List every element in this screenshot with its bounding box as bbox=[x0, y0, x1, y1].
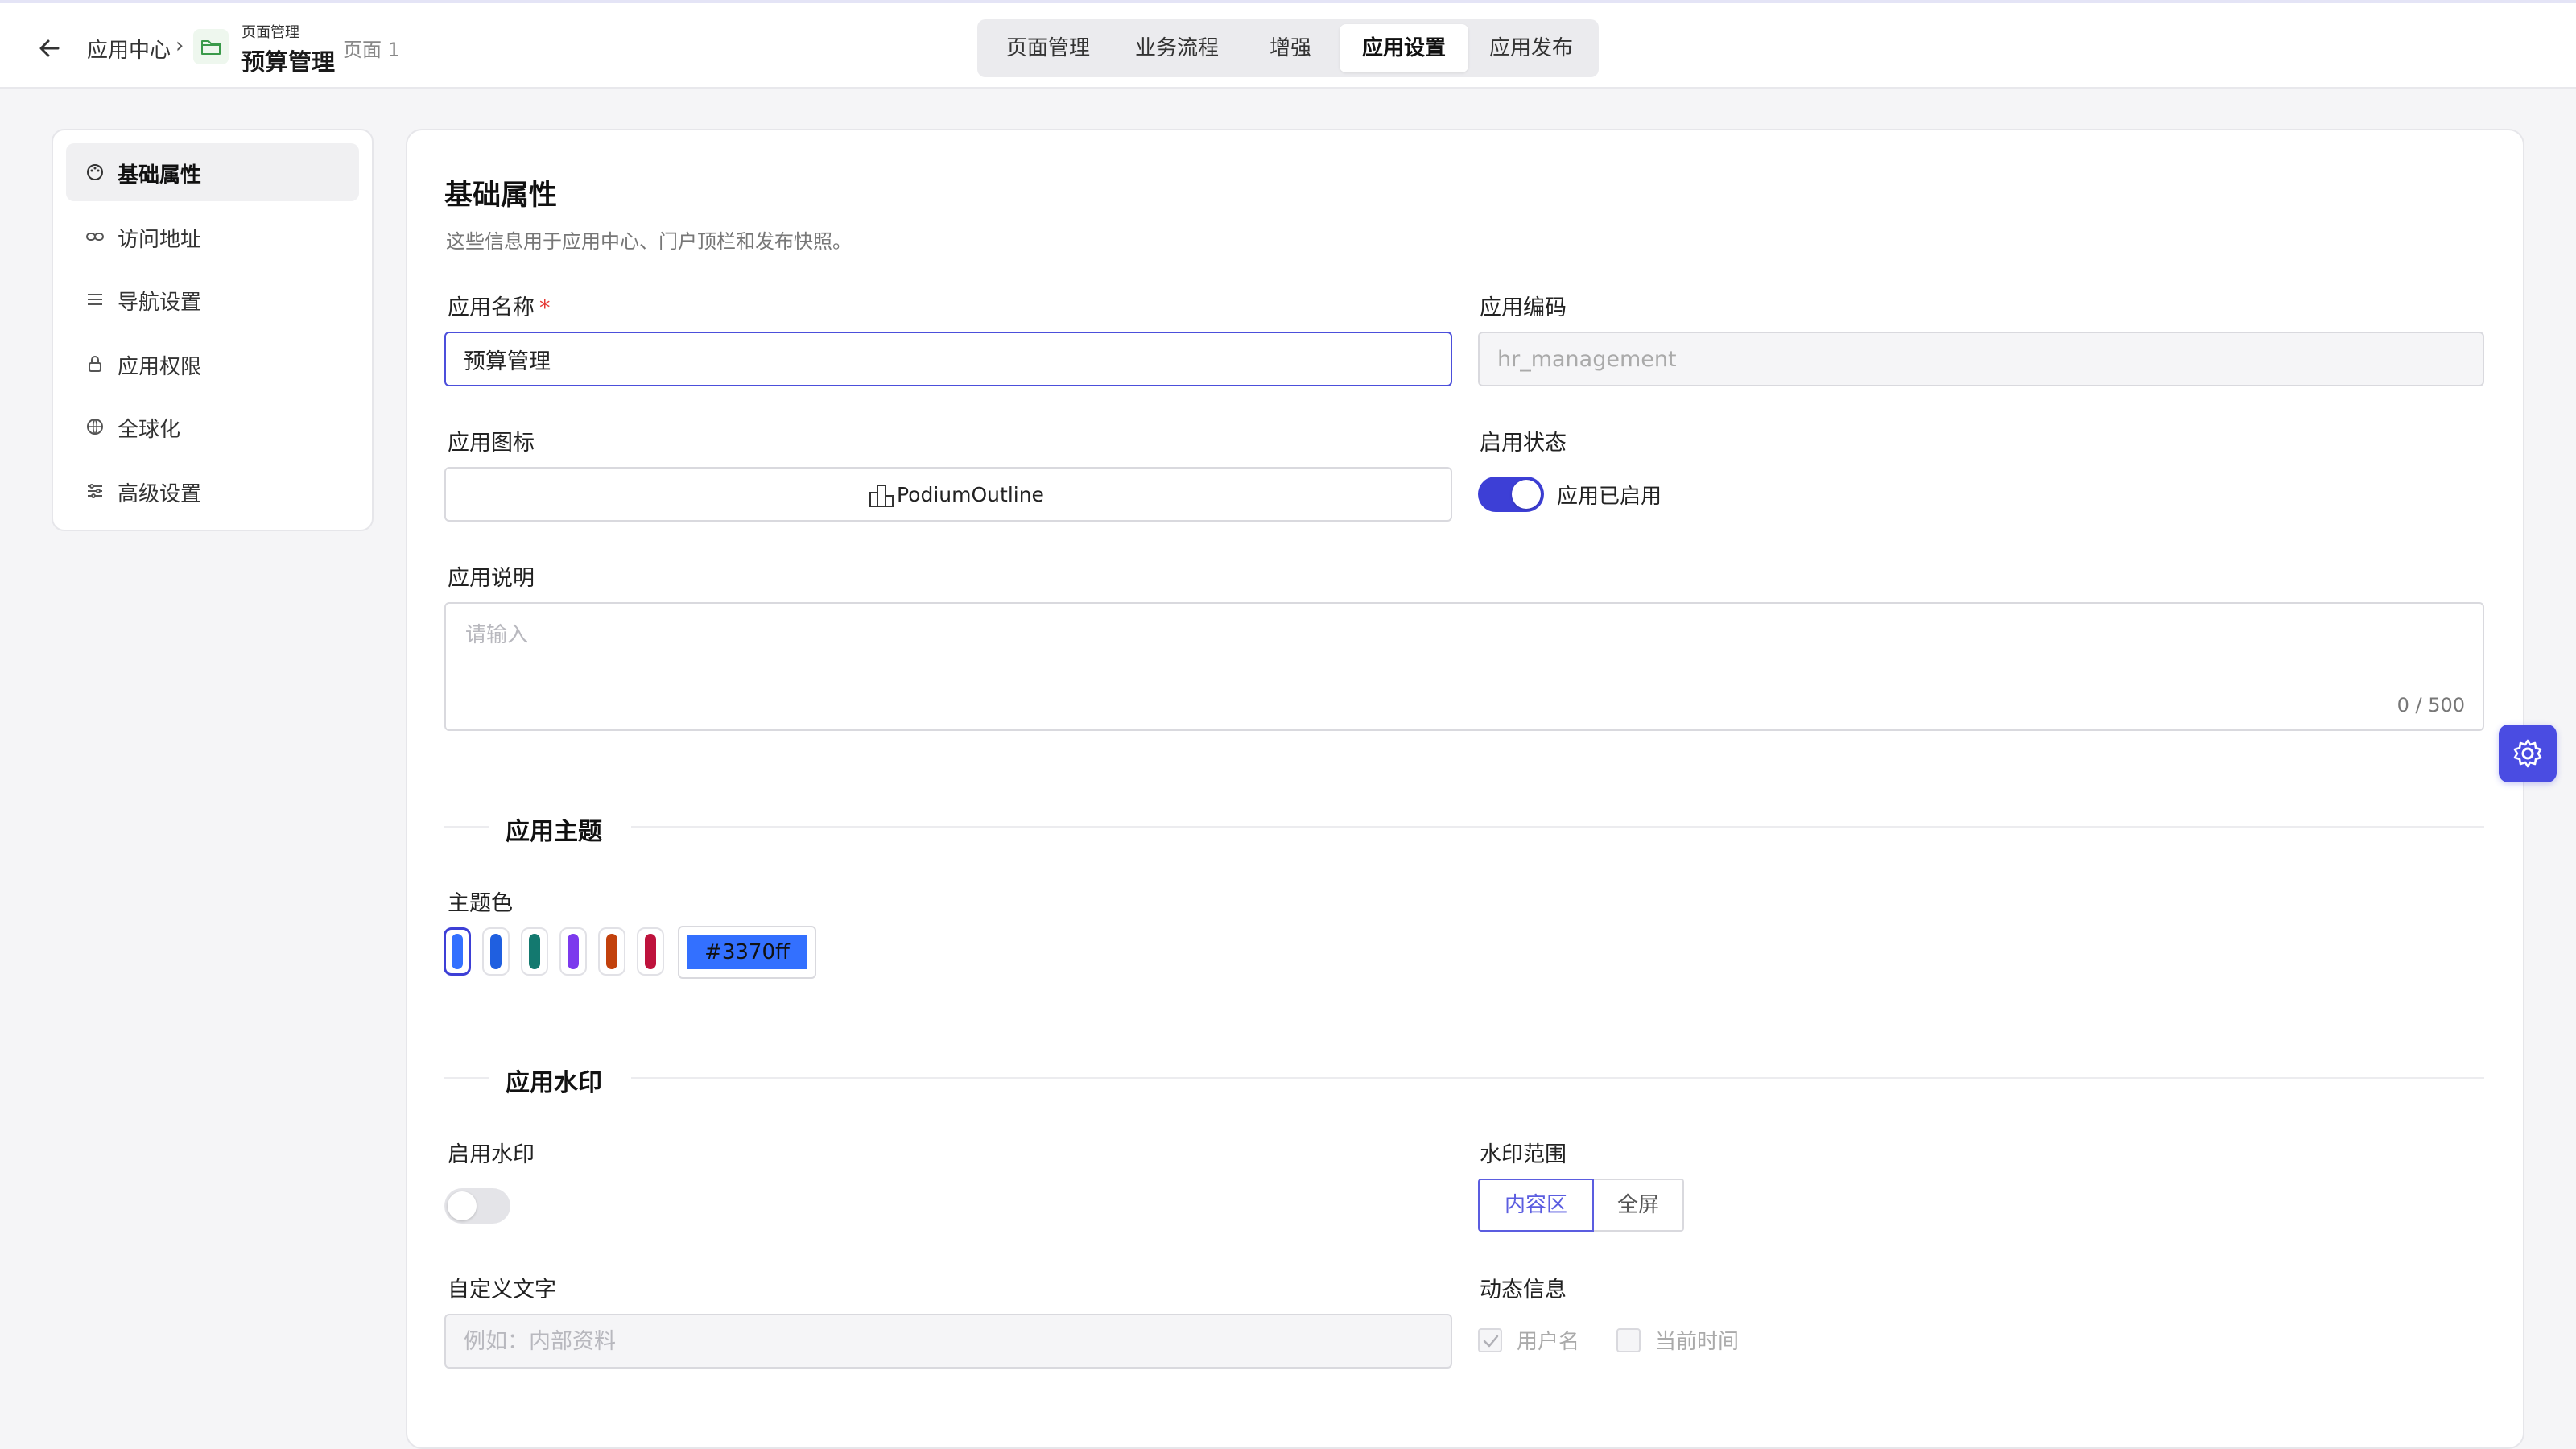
settings-sidebar: 基础属性 访问地址 导航设置 应用权限 全球化 高级设置 bbox=[52, 129, 374, 531]
color-swatch[interactable] bbox=[645, 934, 656, 969]
sliders-icon bbox=[88, 484, 102, 498]
folder-badge bbox=[193, 29, 229, 64]
breadcrumb-parent[interactable]: 页面管理 bbox=[242, 21, 299, 42]
section-divider bbox=[631, 826, 2484, 828]
section-title-theme: 应用主题 bbox=[506, 818, 602, 846]
scope-option-fullscreen[interactable]: 全屏 bbox=[1594, 1179, 1684, 1232]
char-counter: 0 / 500 bbox=[2396, 694, 2465, 716]
custom-text-label: 自定义文字 bbox=[448, 1278, 556, 1302]
current-time-checkbox-label: 当前时间 bbox=[1655, 1330, 1740, 1354]
tab-enhance[interactable]: 增强 bbox=[1241, 24, 1340, 72]
app-code-input[interactable] bbox=[1478, 332, 2484, 386]
sidebar-item-globalization[interactable]: 全球化 bbox=[66, 398, 359, 456]
color-swatch[interactable] bbox=[490, 934, 502, 969]
sidebar-item-label: 应用权限 bbox=[118, 355, 202, 379]
section-title-basic: 基础属性 bbox=[444, 180, 558, 212]
arrow-left-icon[interactable] bbox=[34, 32, 66, 64]
app-icon-picker[interactable]: PodiumOutline bbox=[444, 467, 1452, 522]
folder-icon bbox=[201, 40, 221, 55]
top-bar: 应用中心 › 页面管理 预算管理 页面 1 页面管理 业务流程 增强 应用设置 … bbox=[0, 3, 2576, 89]
custom-text-input[interactable] bbox=[444, 1314, 1452, 1368]
dynamic-info-label: 动态信息 bbox=[1480, 1278, 1567, 1302]
toggle-knob bbox=[448, 1191, 477, 1220]
required-mark: * bbox=[539, 295, 551, 320]
section-title-watermark: 应用水印 bbox=[506, 1069, 602, 1097]
tab-business-process[interactable]: 业务流程 bbox=[1113, 24, 1241, 72]
app-name-input[interactable] bbox=[444, 332, 1452, 386]
sidebar-item-label: 访问地址 bbox=[118, 228, 202, 252]
watermark-toggle[interactable] bbox=[444, 1188, 510, 1224]
breadcrumb-separator: › bbox=[175, 34, 184, 58]
username-checkbox[interactable] bbox=[1478, 1328, 1502, 1352]
menu-icon bbox=[88, 294, 102, 305]
app-code-label: 应用编码 bbox=[1480, 295, 1567, 320]
color-swatch[interactable] bbox=[568, 934, 579, 969]
section-divider bbox=[631, 1077, 2484, 1079]
scope-option-content[interactable]: 内容区 bbox=[1478, 1179, 1594, 1232]
status-label: 启用状态 bbox=[1480, 431, 1567, 456]
section-divider bbox=[444, 826, 489, 828]
theme-color-label: 主题色 bbox=[448, 891, 513, 916]
sidebar-item-navigation[interactable]: 导航设置 bbox=[66, 270, 359, 328]
main-tabs: 页面管理 业务流程 增强 应用设置 应用发布 bbox=[977, 19, 1599, 77]
sidebar-item-label: 导航设置 bbox=[118, 291, 202, 315]
globe-icon bbox=[87, 419, 103, 435]
color-swatch[interactable] bbox=[606, 934, 617, 969]
tab-app-settings[interactable]: 应用设置 bbox=[1340, 24, 1468, 72]
textarea-placeholder: 请输入 bbox=[465, 623, 529, 647]
tab-app-publish[interactable]: 应用发布 bbox=[1468, 24, 1594, 72]
sidebar-item-access-url[interactable]: 访问地址 bbox=[66, 208, 359, 266]
podium-icon bbox=[869, 485, 894, 507]
settings-card bbox=[406, 129, 2524, 1449]
app-status-toggle[interactable] bbox=[1478, 477, 1544, 512]
app-description-label: 应用说明 bbox=[448, 566, 535, 591]
sidebar-item-label: 全球化 bbox=[118, 418, 181, 442]
link-icon bbox=[86, 233, 104, 241]
palette-icon bbox=[87, 164, 103, 180]
username-checkbox-label: 用户名 bbox=[1517, 1330, 1580, 1354]
check-icon bbox=[1483, 1335, 1499, 1348]
toggle-knob bbox=[1512, 480, 1541, 509]
section-divider bbox=[444, 1077, 489, 1079]
color-swatch[interactable] bbox=[529, 934, 540, 969]
watermark-scope-label: 水印范围 bbox=[1480, 1142, 1567, 1167]
gear-icon bbox=[2513, 739, 2542, 768]
sidebar-item-basic[interactable]: 基础属性 bbox=[66, 143, 359, 201]
app-icon-label: 应用图标 bbox=[448, 431, 535, 456]
status-text: 应用已启用 bbox=[1557, 485, 1662, 509]
tab-page-management[interactable]: 页面管理 bbox=[984, 24, 1113, 72]
app-icon-value: PodiumOutline bbox=[897, 483, 1044, 506]
sidebar-item-label: 基础属性 bbox=[118, 163, 202, 188]
breadcrumb-root[interactable]: 应用中心 bbox=[87, 34, 171, 64]
app-description-textarea[interactable]: 请输入 0 / 500 bbox=[444, 602, 2484, 731]
color-swatch[interactable] bbox=[452, 934, 463, 969]
hex-color-input[interactable]: #3370ff bbox=[678, 926, 816, 979]
sidebar-item-advanced[interactable]: 高级设置 bbox=[66, 462, 359, 520]
current-time-checkbox[interactable] bbox=[1616, 1328, 1641, 1352]
app-name-label: 应用名称 * bbox=[448, 295, 551, 320]
breadcrumb-current: 预算管理 bbox=[242, 48, 336, 76]
floating-settings-button[interactable] bbox=[2499, 724, 2557, 782]
enable-watermark-label: 启用水印 bbox=[448, 1142, 535, 1167]
lock-icon bbox=[89, 356, 101, 372]
page-label[interactable]: 页面 1 bbox=[343, 34, 400, 62]
hex-color-value: #3370ff bbox=[687, 935, 807, 969]
sidebar-item-permissions[interactable]: 应用权限 bbox=[66, 335, 359, 393]
section-description: 这些信息用于应用中心、门户顶栏和发布快照。 bbox=[446, 230, 852, 253]
sidebar-item-label: 高级设置 bbox=[118, 482, 202, 506]
